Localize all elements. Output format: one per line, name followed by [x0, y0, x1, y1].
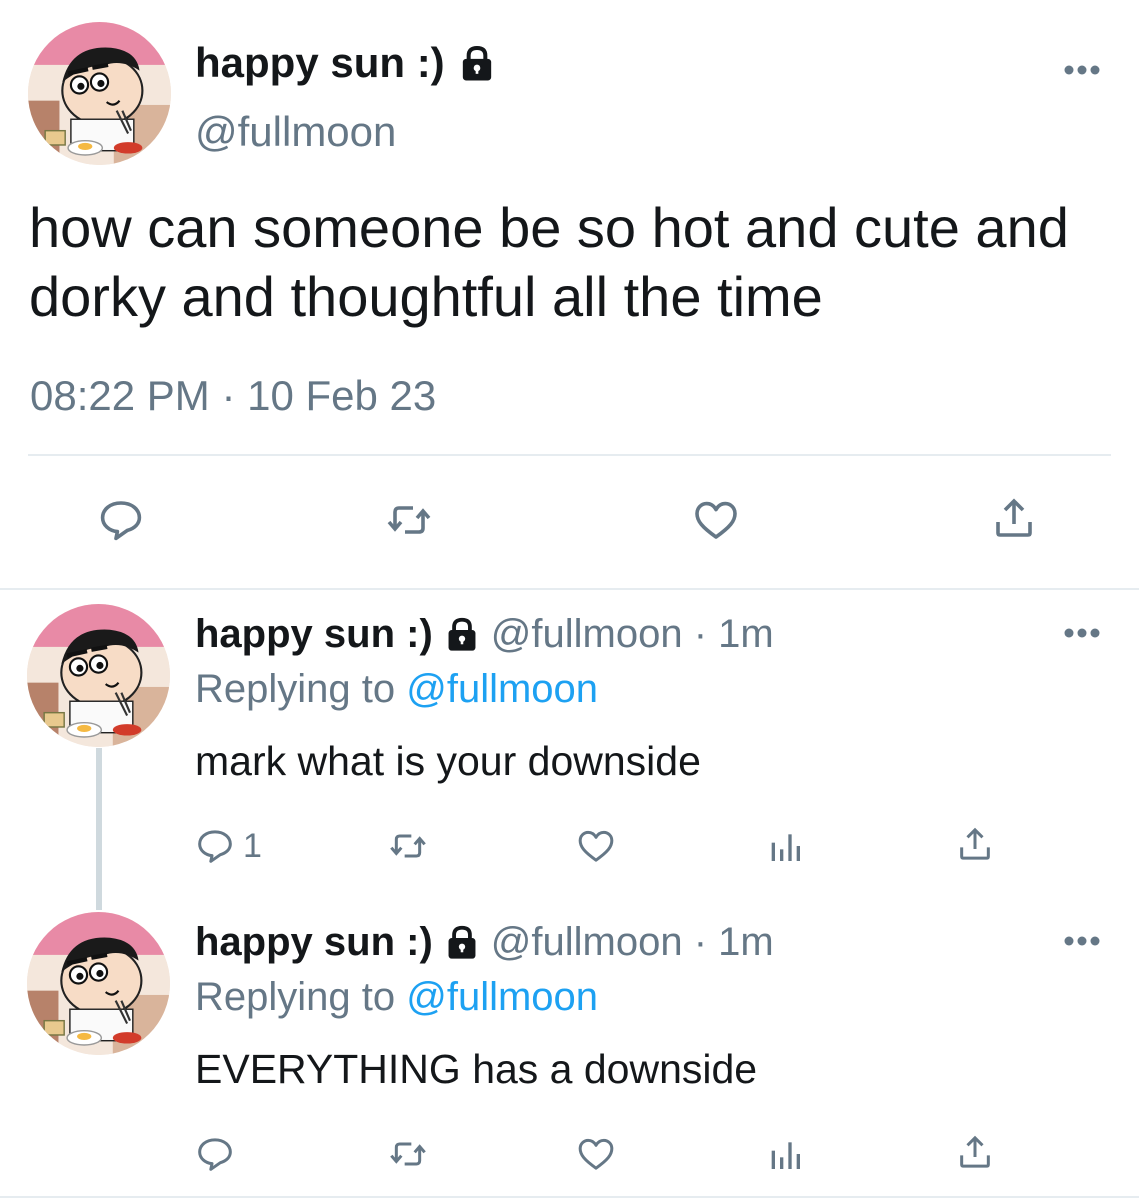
- divider: [0, 1196, 1139, 1198]
- reply-count: 1: [243, 826, 262, 865]
- mention-link[interactable]: @fullmoon: [406, 975, 598, 1019]
- avatar[interactable]: [27, 604, 170, 747]
- like-button[interactable]: [576, 826, 616, 866]
- more-options-icon[interactable]: [1062, 626, 1102, 640]
- share-icon: [960, 1135, 990, 1168]
- reply-icon: [198, 830, 232, 863]
- more-options-icon[interactable]: [1062, 934, 1102, 948]
- share-icon: [960, 827, 990, 860]
- mention-link[interactable]: @fullmoon: [406, 667, 598, 711]
- display-name[interactable]: happy sun :): [195, 39, 445, 87]
- more-options-icon[interactable]: [1062, 63, 1102, 77]
- analytics-icon: [771, 834, 800, 861]
- display-name[interactable]: happy sun :): [195, 612, 433, 657]
- divider: [28, 454, 1111, 456]
- retweet-icon: [390, 834, 426, 858]
- like-button[interactable]: [576, 1134, 616, 1174]
- analytics-button[interactable]: [765, 826, 805, 866]
- avatar[interactable]: [28, 22, 171, 165]
- like-icon: [695, 501, 737, 539]
- tweet-thread-page: happy sun :) @fullmoon how can someone b…: [0, 0, 1139, 1200]
- like-icon: [578, 1138, 614, 1170]
- avatar-image: [28, 22, 171, 165]
- share-icon: [996, 498, 1032, 537]
- like-button[interactable]: [692, 496, 740, 544]
- tweet-text: mark what is your downside: [195, 738, 701, 784]
- avatar-image: [27, 604, 170, 747]
- reply-button[interactable]: [195, 1134, 235, 1174]
- share-button[interactable]: [955, 1132, 995, 1172]
- share-button[interactable]: [990, 494, 1038, 542]
- tweet-text: EVERYTHING has a downside: [195, 1046, 758, 1092]
- author-row: happy sun :) @fullmoon · 1m: [195, 918, 774, 966]
- replying-to-label: Replying to: [195, 975, 396, 1019]
- analytics-button[interactable]: [765, 1134, 805, 1174]
- lock-icon: [443, 614, 481, 654]
- divider: [0, 588, 1139, 590]
- reply-tweet: happy sun :) @fullmoon · 1m Replying to …: [0, 908, 1139, 1196]
- reply-button[interactable]: [97, 496, 145, 544]
- handle[interactable]: @fullmoon: [195, 108, 396, 156]
- tweet-text: how can someone be so hot and cute and d…: [29, 196, 1069, 328]
- lock-icon: [457, 42, 497, 84]
- analytics-icon: [771, 1142, 800, 1169]
- replying-to: Replying to @fullmoon: [195, 975, 598, 1020]
- retweet-button[interactable]: [388, 1134, 428, 1174]
- author-row: happy sun :): [195, 38, 497, 88]
- reply-button[interactable]: 1: [195, 826, 262, 866]
- reply-icon: [198, 1138, 232, 1171]
- avatar-image: [27, 912, 170, 1055]
- reply-tweet: happy sun :) @fullmoon · 1m Replying to …: [0, 600, 1139, 900]
- retweet-icon: [387, 506, 431, 534]
- handle-and-time[interactable]: @fullmoon · 1m: [491, 920, 774, 965]
- tweet-timestamp[interactable]: 08:22 PM · 10 Feb 23: [30, 372, 436, 420]
- replying-to: Replying to @fullmoon: [195, 667, 598, 712]
- reply-icon: [100, 501, 142, 541]
- main-tweet: happy sun :) @fullmoon how can someone b…: [0, 0, 1139, 590]
- replying-to-label: Replying to: [195, 667, 396, 711]
- share-button[interactable]: [955, 824, 995, 864]
- display-name[interactable]: happy sun :): [195, 920, 433, 965]
- retweet-icon: [390, 1142, 426, 1166]
- author-row: happy sun :) @fullmoon · 1m: [195, 610, 774, 658]
- avatar[interactable]: [27, 912, 170, 1055]
- handle-and-time[interactable]: @fullmoon · 1m: [491, 612, 774, 657]
- like-icon: [578, 830, 614, 862]
- lock-icon: [443, 922, 481, 962]
- retweet-button[interactable]: [385, 496, 433, 544]
- retweet-button[interactable]: [388, 826, 428, 866]
